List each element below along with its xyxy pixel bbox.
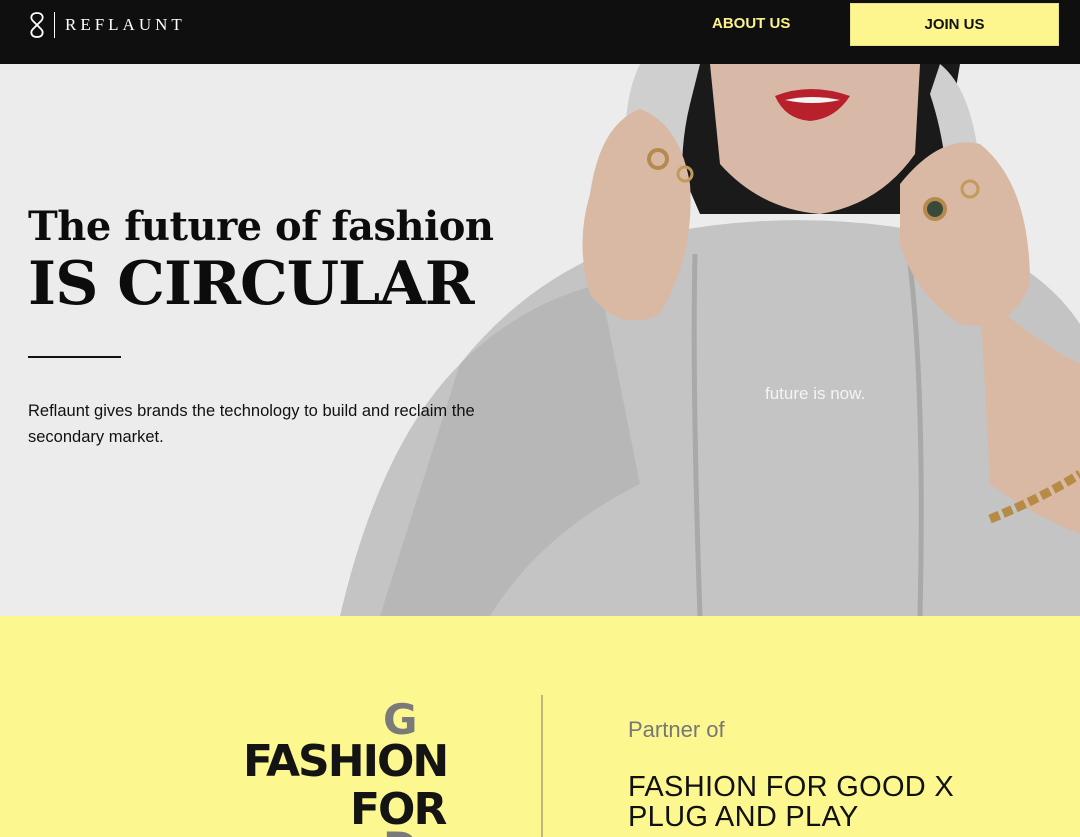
- hero-photo: future is now.: [340, 64, 1080, 616]
- partner-name-line-1: FASHION FOR GOOD X: [628, 771, 955, 803]
- partner-name-line-2: PLUG AND PLAY: [628, 801, 859, 833]
- reflaunt-logo-icon: [30, 12, 44, 38]
- hero-section: future is now. The future of fashion IS …: [0, 64, 1080, 616]
- about-us-link[interactable]: ABOUT US: [712, 14, 790, 34]
- hero-title-line-1: The future of fashion: [28, 203, 494, 250]
- partner-label: Partner of: [628, 717, 725, 742]
- hero-heading: The future of fashion IS CIRCULAR: [28, 203, 494, 317]
- brand-name: REFLAUNT: [65, 15, 186, 34]
- hero-divider: [28, 356, 121, 358]
- logo-word-fashion: FASHION: [243, 736, 447, 787]
- shirt-print-text: future is now.: [765, 384, 865, 403]
- fashion-for-good-logo: G FASHION FOR D: [243, 698, 449, 837]
- join-us-button[interactable]: JOIN US: [850, 3, 1059, 46]
- partner-name: FASHION FOR GOOD X PLUG AND PLAY: [628, 772, 954, 832]
- top-nav: REFLAUNT ABOUT US JOIN US: [0, 0, 1080, 64]
- hero-title-line-2: IS CIRCULAR: [28, 249, 475, 319]
- logo-divider: [54, 12, 55, 38]
- partner-section: G FASHION FOR D Partner of FASHION FOR G…: [0, 616, 1080, 837]
- partner-divider: [541, 695, 543, 837]
- brand-logo[interactable]: REFLAUNT: [28, 10, 186, 40]
- logo-letter-d: D: [383, 823, 418, 837]
- hero-description: Reflaunt gives brands the technology to …: [28, 402, 475, 446]
